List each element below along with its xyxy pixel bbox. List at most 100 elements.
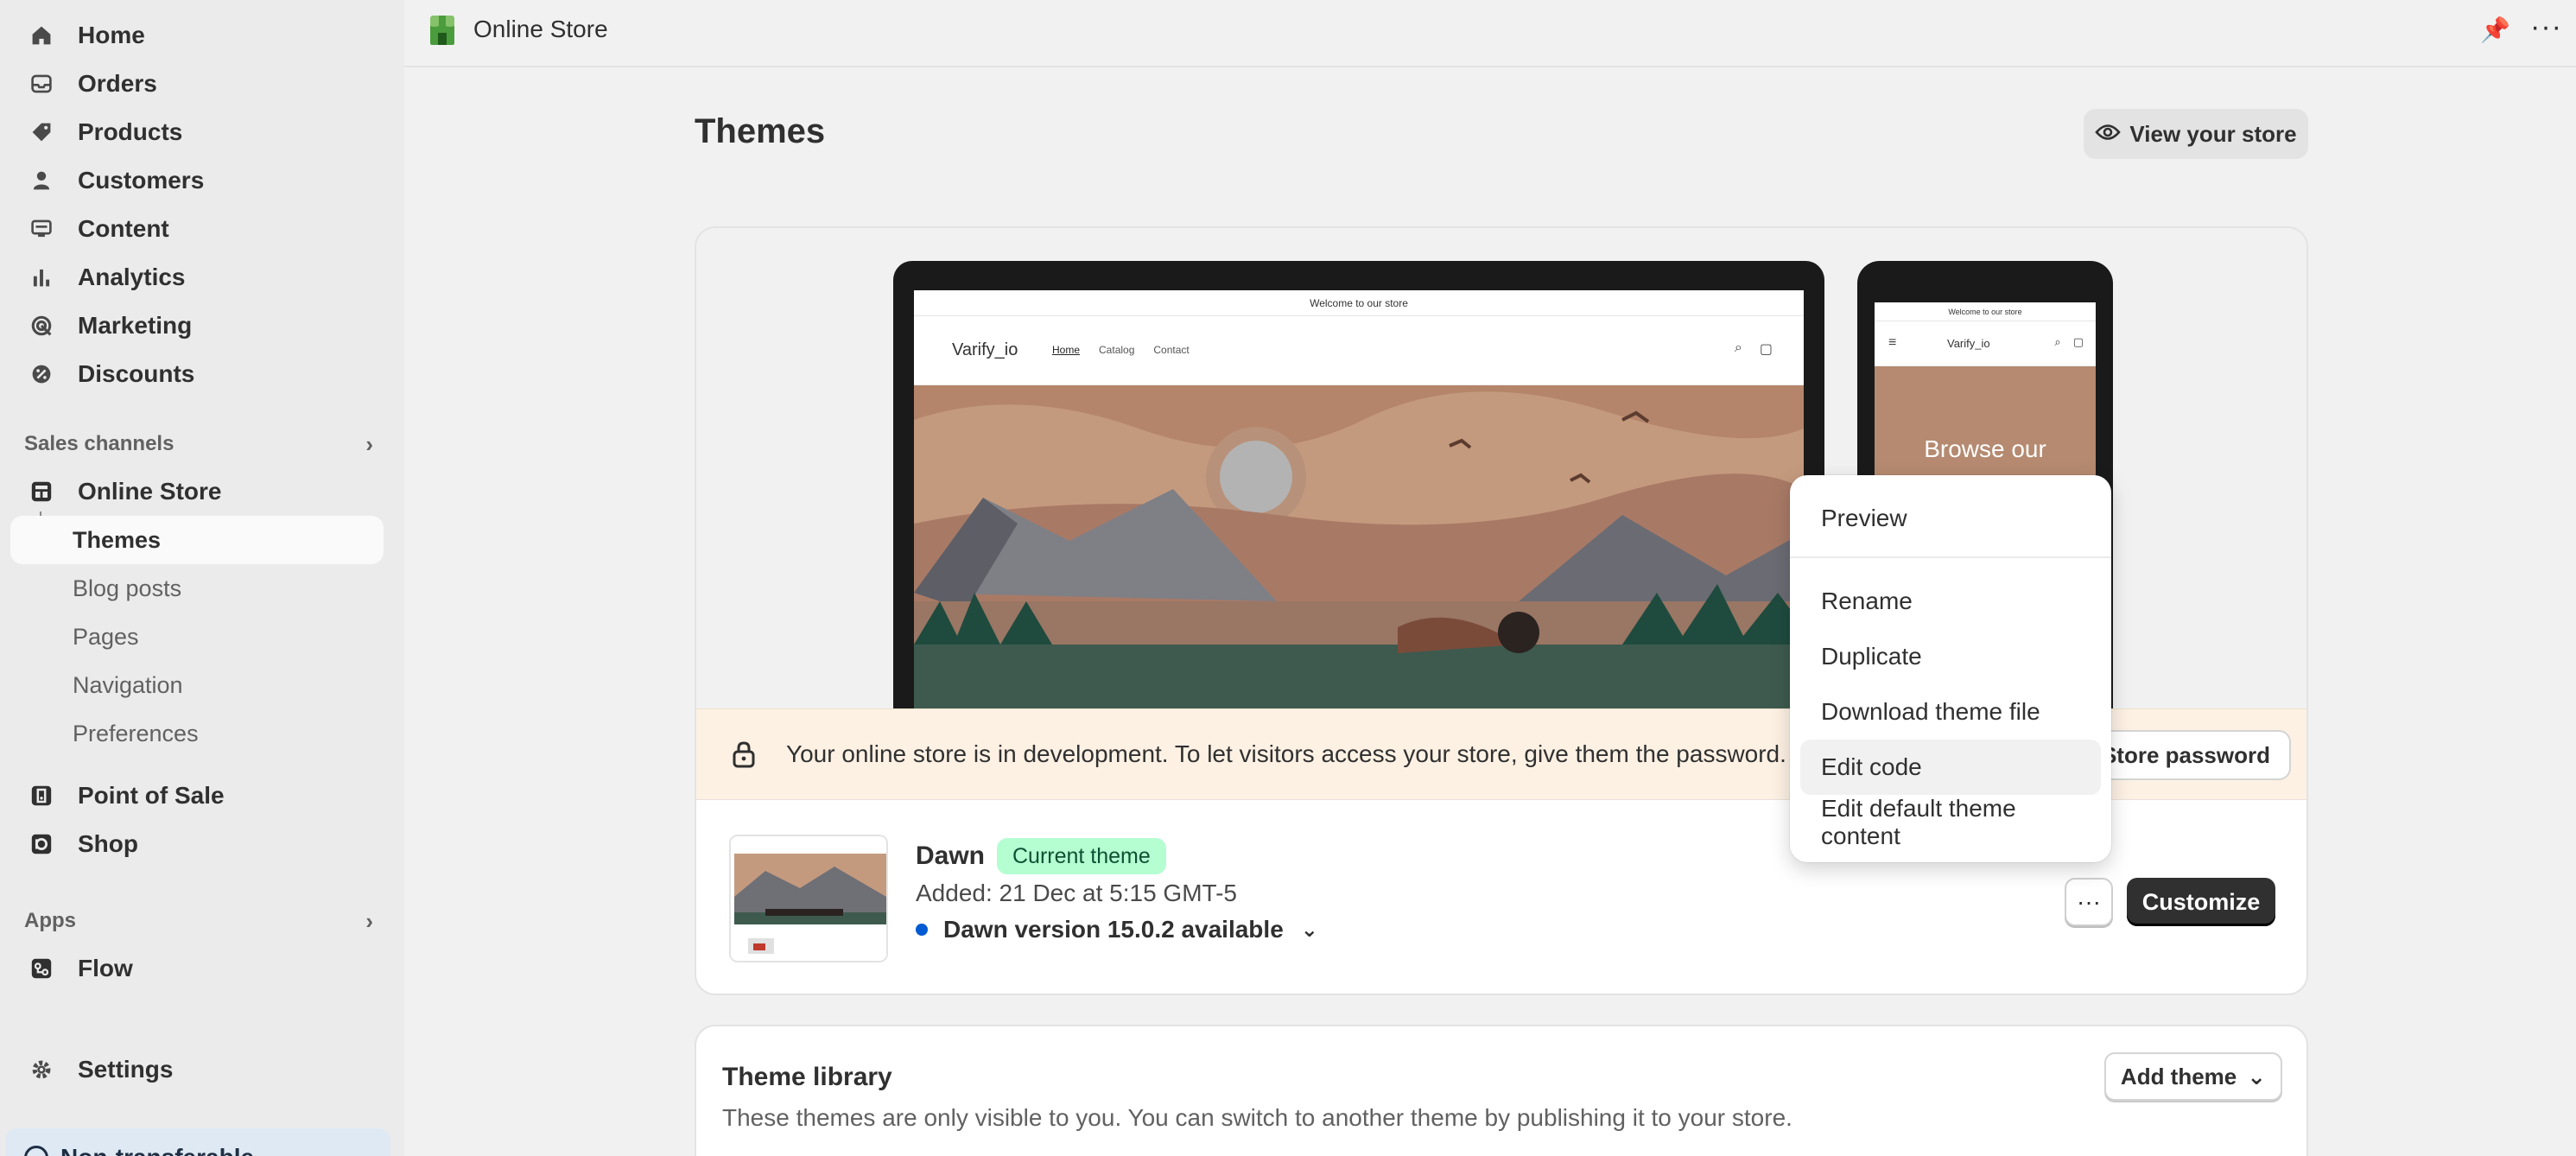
theme-version-update[interactable]: Dawn version 15.0.2 available ⌄ (916, 916, 1318, 943)
sidebar-item-label: Home (78, 22, 145, 48)
home-icon (28, 22, 55, 49)
inbox-icon (28, 70, 55, 98)
apps-label: Apps (24, 909, 76, 932)
status-dot (916, 924, 928, 936)
search-icon: ⌕ (1734, 340, 1742, 355)
sidebar-item-home[interactable]: Home (10, 11, 384, 60)
sidebar-item-label: Preferences (73, 720, 199, 746)
sidebar: Home Orders Products Customers Content A… (0, 0, 404, 1156)
sidebar-item-navigation[interactable]: Navigation (10, 661, 384, 709)
plan-banner-label: Non-transferable (60, 1144, 254, 1156)
sidebar-item-orders[interactable]: Orders (10, 60, 384, 108)
cart-icon: ▢ (1759, 342, 1773, 357)
store-announcement: Welcome to our store (1875, 302, 2096, 321)
menu-item-preview[interactable]: Preview (1800, 491, 2101, 546)
page-context-title: Online Store (473, 16, 608, 42)
add-theme-button[interactable]: Add theme ⌄ (2104, 1052, 2282, 1101)
current-theme-badge: Current theme (997, 838, 1166, 874)
store-nav: Home Catalog Contact (1052, 344, 1190, 356)
sales-channels-header[interactable]: Sales channels › (24, 427, 387, 461)
theme-thumbnail (729, 835, 888, 962)
sidebar-item-label: Pages (73, 623, 139, 650)
store-announcement: Welcome to our store (914, 290, 1804, 316)
sidebar-item-preferences[interactable]: Preferences (10, 709, 384, 758)
theme-version-label: Dawn version 15.0.2 available (943, 916, 1284, 943)
sidebar-item-label: Customers (78, 167, 205, 194)
theme-library-title: Theme library (722, 1063, 892, 1091)
store-header-icons: ⌕ ▢ (1735, 340, 1773, 358)
store-nav-link: Catalog (1099, 344, 1135, 356)
sidebar-item-blog-posts[interactable]: Blog posts (10, 564, 384, 613)
search-icon: ⌕ (2054, 335, 2061, 348)
desktop-preview: Welcome to our store Varify_io Home Cata… (893, 261, 1824, 727)
sidebar-item-label: Blog posts (73, 575, 182, 601)
menu-item-download-theme-file[interactable]: Download theme file (1800, 684, 2101, 740)
chevron-right-icon: › (365, 430, 373, 457)
hero-illustration (914, 385, 1804, 727)
theme-library-card: Theme library These themes are only visi… (695, 1025, 2308, 1156)
top-bar: Online Store 📌 ··· (404, 0, 2576, 67)
sidebar-item-point-of-sale[interactable]: Point of Sale (10, 772, 384, 820)
sidebar-item-analytics[interactable]: Analytics (10, 253, 384, 302)
more-options-icon: ··· (2077, 888, 2101, 915)
menu-divider (1790, 556, 2111, 558)
more-options-icon[interactable]: ··· (2530, 10, 2562, 44)
monitor-icon (28, 215, 55, 243)
sidebar-item-label: Marketing (78, 312, 193, 339)
store-nav-link: Home (1052, 344, 1081, 356)
cart-icon: ▢ (2072, 335, 2084, 348)
sidebar-item-flow[interactable]: Flow (10, 944, 384, 993)
sidebar-item-pages[interactable]: Pages (10, 613, 384, 661)
bar-chart-icon (28, 264, 55, 291)
sales-channels-label: Sales channels (24, 432, 174, 455)
theme-actions-button[interactable]: ··· (2065, 878, 2113, 926)
sidebar-item-content[interactable]: Content (10, 205, 384, 253)
customize-button[interactable]: Customize (2127, 878, 2275, 926)
mobile-hero-text: Browse our (1924, 435, 2046, 462)
mobile-store-header: ≡ Varify_io ⌕ ▢ (1875, 321, 2096, 366)
sidebar-item-online-store[interactable]: Online Store (10, 467, 384, 516)
add-theme-label: Add theme (2120, 1063, 2237, 1089)
sidebar-item-label: Flow (78, 955, 133, 981)
mobile-header-icons: ⌕ ▢ (2054, 335, 2084, 349)
sidebar-item-marketing[interactable]: Marketing (10, 302, 384, 350)
theme-name: Dawn (916, 842, 986, 870)
sidebar-item-products[interactable]: Products (10, 108, 384, 156)
sidebar-item-label: Themes (73, 526, 162, 553)
page-title: Themes (695, 112, 826, 150)
plan-banner[interactable]: Non-transferable (5, 1128, 390, 1156)
tag-icon (28, 118, 55, 146)
sidebar-item-label: Content (78, 215, 169, 242)
pos-icon (28, 782, 55, 810)
discount-icon (28, 360, 55, 388)
sidebar-item-label: Point of Sale (78, 782, 225, 809)
shop-icon (28, 830, 55, 858)
menu-item-rename[interactable]: Rename (1800, 574, 2101, 629)
sidebar-item-themes[interactable]: Themes (10, 516, 384, 564)
store-brand: Varify_io (952, 340, 1018, 359)
sidebar-item-discounts[interactable]: Discounts (10, 350, 384, 398)
sidebar-item-shop[interactable]: Shop (10, 820, 384, 868)
sidebar-item-settings[interactable]: Settings (10, 1045, 384, 1094)
target-icon (28, 312, 55, 340)
sidebar-item-label: Online Store (78, 478, 222, 505)
store-nav-link: Contact (1153, 344, 1190, 356)
pin-icon[interactable]: 📌 (2480, 16, 2510, 44)
menu-item-duplicate[interactable]: Duplicate (1800, 629, 2101, 684)
menu-item-edit-code[interactable]: Edit code (1800, 740, 2101, 795)
online-store-icon (28, 478, 55, 505)
person-icon (28, 167, 55, 194)
sidebar-item-label: Shop (78, 830, 138, 857)
sidebar-item-customers[interactable]: Customers (10, 156, 384, 205)
eye-icon (2095, 121, 2122, 148)
lock-icon (731, 740, 757, 768)
chevron-down-icon: ⌄ (1300, 918, 1318, 942)
apps-header[interactable]: Apps › (24, 904, 387, 938)
hamburger-icon: ≡ (1888, 335, 1897, 350)
theme-actions-menu: Preview Rename Duplicate Download theme … (1790, 475, 2111, 862)
store-brand: Varify_io (1947, 337, 1990, 350)
sidebar-item-label: Analytics (78, 264, 186, 290)
menu-item-edit-default-theme-content[interactable]: Edit default theme content (1800, 795, 2101, 850)
view-store-button[interactable]: View your store (2084, 109, 2308, 159)
flow-icon (28, 955, 55, 982)
